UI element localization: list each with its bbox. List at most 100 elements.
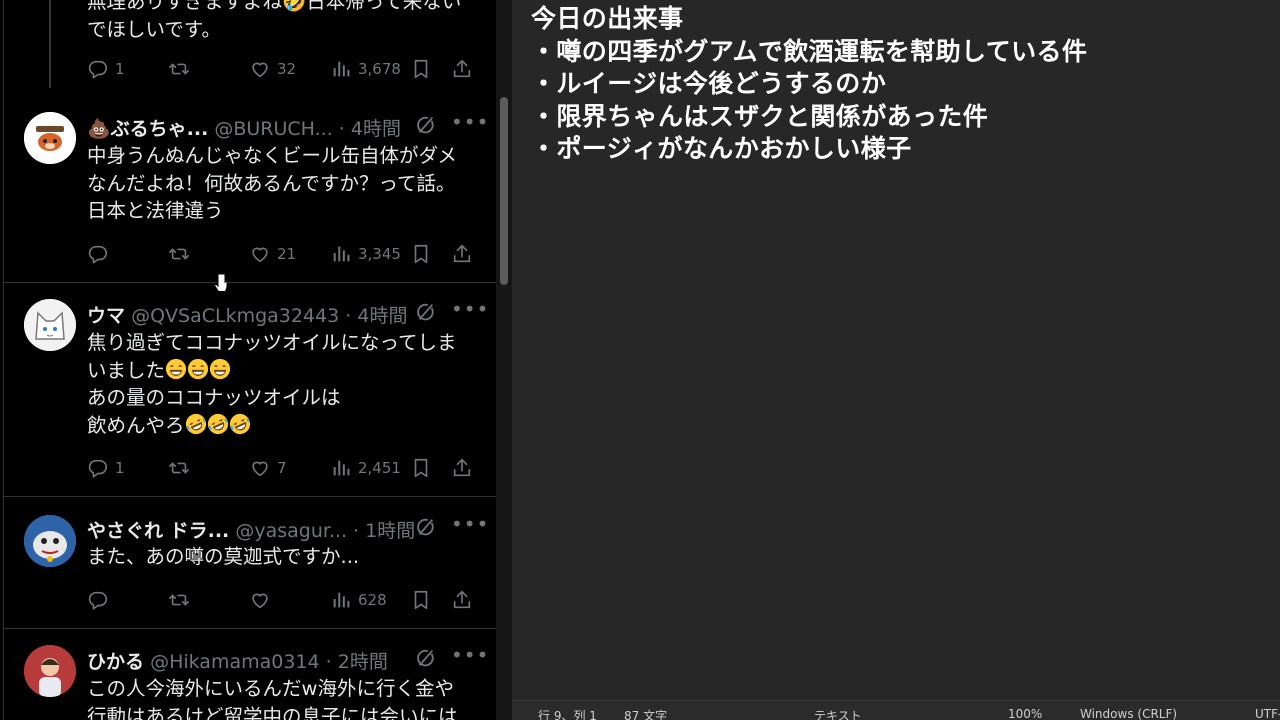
share-button[interactable] bbox=[451, 454, 473, 482]
editor-content[interactable]: 今日の出来事 ・噂の四季がグアムで飲酒運転を幇助している件 ・ルイージは今後どう… bbox=[531, 3, 1087, 166]
share-icon bbox=[451, 243, 473, 265]
reply-icon bbox=[87, 243, 109, 265]
bookmark-icon bbox=[410, 58, 432, 80]
tweet-text-line: 日本と法律違う bbox=[87, 199, 224, 222]
reply-button[interactable]: 1 bbox=[87, 454, 125, 482]
tweet-text: 焦り過ぎてココナッツオイルになってしま いました あの量のココナッツオイルは 飲… bbox=[87, 329, 471, 439]
retweet-button[interactable] bbox=[168, 586, 190, 614]
user-handle[interactable]: @BURUCH... bbox=[214, 118, 332, 140]
tweet-text-segment: 飲めんやろ bbox=[87, 413, 185, 437]
views-button[interactable]: 3,345 bbox=[330, 240, 401, 268]
tweet-actions: 628 bbox=[87, 586, 479, 614]
like-button[interactable]: 7 bbox=[249, 454, 287, 482]
user-handle[interactable]: @Hikamama0314 bbox=[150, 651, 320, 673]
editor-line[interactable]: 今日の出来事 bbox=[531, 3, 1087, 36]
editor-line[interactable]: ・限界ちゃんはスザクと関係があった件 bbox=[531, 101, 1087, 134]
display-name[interactable]: ウマ bbox=[87, 305, 125, 327]
bookmark-button[interactable] bbox=[410, 454, 432, 482]
bookmark-icon bbox=[410, 589, 432, 611]
cursor-position[interactable]: 行 9、列 1 bbox=[538, 707, 597, 720]
tweet-item[interactable]: 無理ありすぎますよね🤣日本帰って来ない でほしいです。 1 32 3,678 bbox=[0, 0, 496, 98]
display-name[interactable]: やさぐれ ドラ... bbox=[87, 520, 229, 542]
tweet-text: 中身うんぬんじゃなくビール缶自体がダメ なんだよね！何故あるんですか？って話。 … bbox=[87, 142, 471, 225]
tweet-header: 💩ぶるちゃ... @BURUCH... · 4時間 ••• bbox=[87, 110, 488, 140]
reply-count: 1 bbox=[115, 459, 125, 477]
line-ending[interactable]: Windows (CRLF) bbox=[1080, 707, 1177, 720]
bookmark-button[interactable] bbox=[410, 240, 432, 268]
avatar[interactable] bbox=[24, 299, 76, 351]
rofl-emoji-icon bbox=[207, 413, 229, 435]
tweet-item[interactable]: 💩ぶるちゃ... @BURUCH... · 4時間 ••• 中身うんぬんじゃなく… bbox=[0, 98, 496, 283]
editor-line[interactable]: ・噂の四季がグアムで飲酒運転を幇助している件 bbox=[531, 36, 1087, 69]
retweet-icon bbox=[168, 589, 190, 611]
share-button[interactable] bbox=[451, 586, 473, 614]
share-button[interactable] bbox=[451, 55, 473, 83]
grok-icon[interactable] bbox=[414, 647, 436, 669]
text-editor[interactable]: 今日の出来事 ・噂の四季がグアムで飲酒運転を幇助している件 ・ルイージは今後どう… bbox=[512, 0, 1280, 720]
grok-icon[interactable] bbox=[414, 301, 436, 323]
share-icon bbox=[451, 58, 473, 80]
tweet-text-line: また、あの噂の莫迦式ですか... bbox=[87, 545, 360, 568]
views-icon bbox=[330, 589, 352, 611]
tweet-feed: 無理ありすぎますよね🤣日本帰って来ない でほしいです。 1 32 3,678 💩… bbox=[0, 0, 496, 720]
tweet-item[interactable]: やさぐれ ドラ... @yasagur... · 1時間 ••• また、あの噂の… bbox=[0, 497, 496, 629]
reply-icon bbox=[87, 457, 109, 479]
tweet-text-segment: いました bbox=[87, 358, 166, 382]
avatar[interactable] bbox=[24, 112, 76, 164]
avatar-image bbox=[24, 645, 76, 697]
bookmark-button[interactable] bbox=[410, 586, 432, 614]
share-button[interactable] bbox=[451, 240, 473, 268]
tweet-header: ひかる @Hikamama0314 · 2時間 ••• bbox=[87, 643, 488, 673]
tweet-text-line: 中身うんぬんじゃなくビール缶自体がダメ bbox=[87, 144, 457, 167]
character-count: 87 文字 bbox=[624, 709, 668, 720]
tweet-time[interactable]: · 2時間 bbox=[326, 651, 388, 673]
tweet-time[interactable]: · 1時間 bbox=[353, 520, 415, 542]
tweet-text-line: 無理ありすぎますよね🤣日本帰って来ない bbox=[87, 0, 462, 13]
bookmark-icon bbox=[410, 457, 432, 479]
retweet-button[interactable] bbox=[168, 55, 190, 83]
avatar[interactable] bbox=[24, 645, 76, 697]
more-icon[interactable]: ••• bbox=[451, 110, 489, 134]
user-handle[interactable]: @yasagur... bbox=[235, 520, 347, 542]
view-count: 628 bbox=[358, 591, 387, 609]
more-icon[interactable]: ••• bbox=[451, 643, 489, 667]
grok-icon[interactable] bbox=[414, 516, 436, 538]
feed-scrollbar-thumb[interactable] bbox=[500, 97, 508, 285]
like-button[interactable]: 21 bbox=[249, 240, 296, 268]
file-type: テキスト bbox=[814, 709, 862, 720]
retweet-button[interactable] bbox=[168, 240, 190, 268]
views-button[interactable]: 2,451 bbox=[330, 454, 401, 482]
tweet-header: ウマ @QVSaCLkmga32443 · 4時間 ••• bbox=[87, 297, 488, 327]
tweet-time[interactable]: · 4時間 bbox=[345, 305, 407, 327]
views-button[interactable]: 628 bbox=[330, 586, 387, 614]
rofl-emoji-icon bbox=[185, 413, 207, 435]
reply-button[interactable] bbox=[87, 586, 109, 614]
more-icon[interactable]: ••• bbox=[451, 512, 489, 536]
views-button[interactable]: 3,678 bbox=[330, 55, 401, 83]
tweet-item[interactable]: ウマ @QVSaCLkmga32443 · 4時間 ••• 焦り過ぎてココナッツ… bbox=[0, 283, 496, 497]
like-count: 21 bbox=[277, 245, 297, 263]
like-button[interactable]: 32 bbox=[249, 55, 296, 83]
avatar[interactable] bbox=[24, 515, 76, 567]
zoom-level[interactable]: 100% bbox=[1008, 707, 1042, 720]
grok-icon[interactable] bbox=[414, 114, 436, 136]
bookmark-button[interactable] bbox=[410, 55, 432, 83]
like-icon bbox=[249, 243, 271, 265]
like-button[interactable] bbox=[249, 586, 271, 614]
editor-line[interactable]: ・ポージィがなんかおかしい様子 bbox=[531, 133, 1087, 166]
like-icon bbox=[249, 589, 271, 611]
retweet-button[interactable] bbox=[168, 454, 190, 482]
tweet-item[interactable]: ひかる @Hikamama0314 · 2時間 ••• この人今海外にいるんだw… bbox=[0, 629, 496, 720]
display-name[interactable]: 💩ぶるちゃ... bbox=[87, 118, 208, 140]
user-handle[interactable]: @QVSaCLkmga32443 bbox=[131, 305, 339, 327]
view-count: 3,345 bbox=[358, 245, 401, 263]
tweet-time[interactable]: · 4時間 bbox=[339, 118, 401, 140]
editor-line[interactable]: ・ルイージは今後どうするのか bbox=[531, 68, 1087, 101]
reply-button[interactable] bbox=[87, 240, 109, 268]
more-icon[interactable]: ••• bbox=[451, 297, 489, 321]
encoding[interactable]: UTF-8 bbox=[1255, 707, 1280, 720]
reply-button[interactable]: 1 bbox=[87, 55, 125, 83]
tweet-text: この人今海外にいるんだw海外に行く金や 行動はあるけど留学中の息子には会いには bbox=[87, 675, 471, 720]
avatar-image bbox=[24, 299, 76, 351]
display-name[interactable]: ひかる bbox=[87, 651, 144, 673]
